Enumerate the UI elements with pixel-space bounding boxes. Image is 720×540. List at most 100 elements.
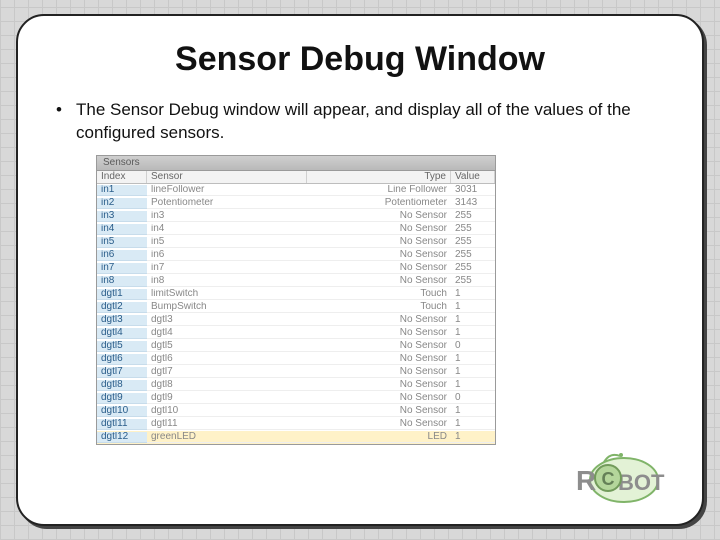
cell-sensor: in3 [147, 211, 307, 222]
table-row[interactable]: in5in5No Sensor255 [97, 236, 495, 249]
cell-value: 1 [451, 328, 495, 339]
svg-text:C: C [602, 469, 615, 489]
cell-type: No Sensor [307, 328, 451, 339]
cell-type: No Sensor [307, 276, 451, 287]
robotc-logo: R BOT C [564, 438, 674, 508]
cell-value: 1 [451, 315, 495, 326]
cell-value: 255 [451, 263, 495, 274]
cell-index: in2 [97, 198, 147, 209]
table-row[interactable]: in8in8No Sensor255 [97, 275, 495, 288]
cell-index: dgtl3 [97, 315, 147, 326]
cell-value: 1 [451, 432, 495, 443]
table-row[interactable]: dgtl12greenLEDLED1 [97, 431, 495, 444]
bullet-text: The Sensor Debug window will appear, and… [48, 99, 668, 145]
cell-type: No Sensor [307, 419, 451, 430]
cell-type: LED [307, 432, 451, 443]
table-body: in1lineFollowerLine Follower3031in2 Poten… [97, 184, 495, 444]
cell-value: 255 [451, 211, 495, 222]
cell-index: dgtl8 [97, 380, 147, 391]
table-row[interactable]: dgtl10dgtl10No Sensor1 [97, 405, 495, 418]
cell-sensor: dgtl8 [147, 380, 307, 391]
table-row[interactable]: dgtl5dgtl5No Sensor0 [97, 340, 495, 353]
table-row[interactable]: dgtl9dgtl9No Sensor0 [97, 392, 495, 405]
cell-index: dgtl1 [97, 289, 147, 300]
cell-value: 255 [451, 250, 495, 261]
cell-sensor: dgtl11 [147, 419, 307, 430]
cell-type: No Sensor [307, 380, 451, 391]
cell-sensor: greenLED [147, 432, 307, 443]
cell-index: in3 [97, 211, 147, 222]
cell-index: dgtl9 [97, 393, 147, 404]
cell-value: 0 [451, 393, 495, 404]
table-row[interactable]: dgtl1limitSwitchTouch1 [97, 288, 495, 301]
cell-value: 0 [451, 341, 495, 352]
cell-value: 255 [451, 224, 495, 235]
cell-type: No Sensor [307, 315, 451, 326]
cell-sensor: in6 [147, 250, 307, 261]
cell-type: Touch [307, 302, 451, 313]
cell-sensor: lineFollower [147, 185, 307, 196]
cell-sensor: in8 [147, 276, 307, 287]
cell-type: No Sensor [307, 367, 451, 378]
cell-index: in6 [97, 250, 147, 261]
col-header-type: Type [307, 171, 451, 183]
sensor-debug-panel: Sensors Index Sensor Type Value in1lineF… [96, 155, 496, 445]
cell-value: 1 [451, 289, 495, 300]
cell-type: No Sensor [307, 341, 451, 352]
cell-type: No Sensor [307, 393, 451, 404]
cell-index: dgtl5 [97, 341, 147, 352]
col-header-value: Value [451, 171, 495, 183]
cell-sensor: BumpSwitch [147, 302, 307, 313]
cell-sensor: dgtl9 [147, 393, 307, 404]
cell-sensor: dgtl4 [147, 328, 307, 339]
cell-index: dgtl7 [97, 367, 147, 378]
cell-sensor: dgtl3 [147, 315, 307, 326]
table-row[interactable]: dgtl7dgtl7No Sensor1 [97, 366, 495, 379]
cell-index: in7 [97, 263, 147, 274]
panel-titlebar: Sensors [97, 156, 495, 171]
cell-sensor: in7 [147, 263, 307, 274]
cell-value: 1 [451, 419, 495, 430]
cell-index: in1 [97, 185, 147, 196]
cell-type: No Sensor [307, 406, 451, 417]
table-row[interactable]: in1lineFollowerLine Follower3031 [97, 184, 495, 197]
cell-index: dgtl2 [97, 302, 147, 313]
cell-type: Touch [307, 289, 451, 300]
cell-index: in8 [97, 276, 147, 287]
cell-type: Potentiometer [307, 198, 451, 209]
cell-sensor: dgtl6 [147, 354, 307, 365]
svg-text:R: R [576, 465, 596, 496]
cell-index: dgtl10 [97, 406, 147, 417]
table-row[interactable]: in7in7No Sensor255 [97, 262, 495, 275]
col-header-index: Index [97, 171, 147, 183]
table-row[interactable]: in6in6No Sensor255 [97, 249, 495, 262]
cell-value: 1 [451, 354, 495, 365]
table-row[interactable]: dgtl6dgtl6No Sensor1 [97, 353, 495, 366]
cell-type: No Sensor [307, 354, 451, 365]
cell-type: No Sensor [307, 211, 451, 222]
cell-value: 255 [451, 237, 495, 248]
table-row[interactable]: dgtl2BumpSwitchTouch1 [97, 301, 495, 314]
table-row[interactable]: dgtl11dgtl11No Sensor1 [97, 418, 495, 431]
cell-type: Line Follower [307, 185, 451, 196]
table-row[interactable]: in3in3No Sensor255 [97, 210, 495, 223]
page-title: Sensor Debug Window [48, 40, 672, 79]
cell-index: dgtl4 [97, 328, 147, 339]
table-row[interactable]: in2PotentiometerPotentiometer3143 [97, 197, 495, 210]
cell-sensor: in5 [147, 237, 307, 248]
cell-type: No Sensor [307, 250, 451, 261]
cell-value: 1 [451, 406, 495, 417]
table-row[interactable]: dgtl4dgtl4No Sensor1 [97, 327, 495, 340]
cell-sensor: dgtl7 [147, 367, 307, 378]
cell-value: 1 [451, 302, 495, 313]
table-row[interactable]: dgtl8dgtl8No Sensor1 [97, 379, 495, 392]
cell-index: dgtl11 [97, 419, 147, 430]
cell-value: 1 [451, 367, 495, 378]
table-row[interactable]: in4in4No Sensor255 [97, 223, 495, 236]
table-header: Index Sensor Type Value [97, 171, 495, 184]
col-header-sensor: Sensor [147, 171, 307, 183]
cell-sensor: dgtl5 [147, 341, 307, 352]
cell-type: No Sensor [307, 224, 451, 235]
cell-index: dgtl12 [97, 432, 147, 443]
table-row[interactable]: dgtl3dgtl3No Sensor1 [97, 314, 495, 327]
